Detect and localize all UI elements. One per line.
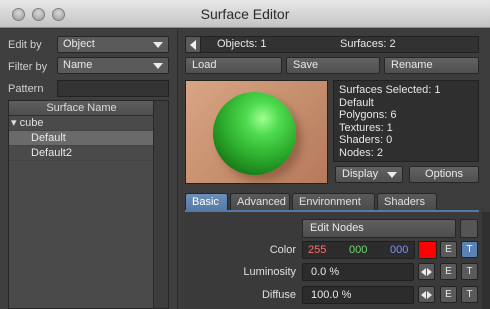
filter-by-value: Name — [63, 59, 93, 71]
rename-button[interactable]: Rename — [384, 57, 479, 74]
display-dropdown[interactable]: Display — [335, 166, 403, 183]
display-label: Display — [342, 168, 379, 180]
color-g-value[interactable]: 000 — [349, 244, 367, 256]
color-field[interactable]: 255 000 000 — [302, 241, 415, 259]
chevron-down-icon — [387, 172, 397, 178]
tree-item-default2[interactable]: Default2 — [9, 146, 154, 161]
pattern-label: Pattern — [8, 83, 44, 95]
filter-by-label: Filter by — [8, 61, 48, 73]
color-r-value[interactable]: 255 — [308, 244, 326, 256]
chevron-down-icon — [153, 63, 163, 69]
load-button[interactable]: Load — [185, 57, 282, 74]
edit-nodes-button[interactable]: Edit Nodes — [302, 219, 456, 238]
tree-scrollbar[interactable] — [153, 101, 168, 308]
info-line: Textures: 1 — [339, 121, 393, 134]
options-button[interactable]: Options — [409, 166, 479, 183]
tab-bar: Basic Advanced Environment Shaders — [185, 193, 479, 211]
panel-scrollbar[interactable] — [482, 212, 490, 309]
color-texture-button[interactable]: T — [461, 241, 478, 258]
color-envelope-button[interactable]: E — [440, 241, 457, 258]
triangle-left-icon — [190, 40, 196, 50]
luminosity-texture-button[interactable]: T — [461, 263, 478, 280]
info-line: Nodes: 2 — [339, 146, 384, 159]
material-preview[interactable] — [185, 80, 328, 184]
tab-environment[interactable]: Environment — [292, 193, 375, 211]
edit-by-value: Object — [63, 38, 95, 50]
save-button[interactable]: Save — [286, 57, 380, 74]
surface-tree: Surface Name ▾ cube Default Default2 — [8, 100, 169, 309]
info-line: Surfaces Selected: 1 — [339, 84, 441, 96]
edit-by-label: Edit by — [8, 39, 42, 51]
color-b-value[interactable]: 000 — [390, 244, 408, 256]
color-swatch[interactable] — [418, 241, 437, 259]
surfaces-count: Surfaces: 2 — [340, 38, 396, 50]
tree-item-default[interactable]: Default — [9, 131, 154, 146]
diffuse-drag-icon[interactable] — [418, 286, 435, 303]
info-line: Default — [339, 96, 374, 109]
luminosity-envelope-button[interactable]: E — [440, 263, 457, 280]
preview-sphere — [213, 92, 296, 175]
tree-group-row[interactable]: ▾ cube — [9, 116, 154, 131]
luminosity-field[interactable]: 0.0 % — [302, 263, 414, 281]
luminosity-label: Luminosity — [243, 266, 296, 278]
pattern-input[interactable] — [57, 80, 169, 97]
filter-by-dropdown[interactable]: Name — [57, 57, 169, 74]
window-title: Surface Editor — [200, 6, 290, 22]
diffuse-field[interactable]: 100.0 % — [302, 286, 414, 304]
luminosity-drag-icon[interactable] — [418, 263, 435, 280]
collapse-left-button[interactable] — [185, 36, 201, 53]
objects-count: Objects: 1 — [217, 38, 267, 50]
title-bar: Surface Editor — [0, 0, 490, 28]
tree-group-name: cube — [19, 117, 44, 129]
tab-advanced[interactable]: Advanced — [230, 193, 290, 211]
diffuse-envelope-button[interactable]: E — [440, 286, 457, 303]
diffuse-label: Diffuse — [261, 289, 296, 301]
color-label: Color — [269, 244, 296, 256]
tab-shaders[interactable]: Shaders — [377, 193, 437, 211]
info-line: Polygons: 6 — [339, 109, 397, 121]
edit-by-dropdown[interactable]: Object — [57, 36, 169, 53]
tab-basic[interactable]: Basic — [185, 193, 228, 211]
tree-header: Surface Name — [9, 101, 154, 116]
chevron-down-icon — [153, 42, 163, 48]
edit-nodes-option-button[interactable] — [460, 219, 478, 238]
surface-info: Surfaces Selected: 1 Default Polygons: 6… — [333, 80, 479, 162]
info-line: Shaders: 0 — [339, 134, 393, 146]
disclosure-triangle-icon[interactable]: ▾ — [11, 117, 17, 129]
diffuse-texture-button[interactable]: T — [461, 286, 478, 303]
